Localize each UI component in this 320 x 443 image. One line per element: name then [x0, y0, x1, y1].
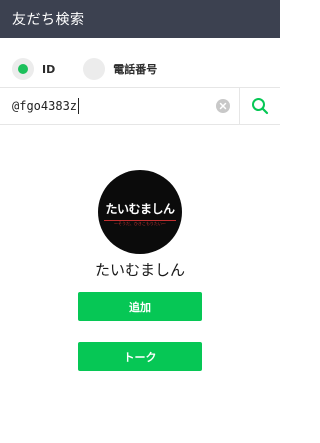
friend-search-screen: 友だち検索 ID 電話番号 @fgo4383z たいむましん 〜そうだ、ひきこも… — [0, 0, 280, 443]
profile-name: たいむましん — [94, 261, 185, 279]
talk-button[interactable]: トーク — [78, 342, 202, 371]
search-icon[interactable] — [240, 88, 280, 124]
radio-button-id[interactable] — [12, 58, 34, 80]
page-title: 友だち検索 — [12, 12, 85, 28]
radio-button-phone[interactable] — [83, 58, 106, 80]
search-bar: @fgo4383z — [0, 87, 280, 125]
radio-option-id[interactable]: ID — [12, 58, 55, 80]
avatar: たいむましん 〜そうだ、ひきこもりたい〜 — [98, 170, 182, 254]
radio-option-phone[interactable]: 電話番号 — [83, 58, 157, 80]
search-type-selector: ID 電話番号 — [0, 56, 280, 82]
text-caret — [78, 98, 80, 114]
avatar-logo-text: たいむましん — [105, 202, 175, 216]
avatar-logo-tagline: 〜そうだ、ひきこもりたい〜 — [104, 220, 176, 226]
add-friend-button[interactable]: 追加 — [78, 292, 202, 321]
radio-selected-dot — [18, 64, 28, 74]
header-bar: 友だち検索 — [0, 0, 280, 38]
search-input-value: @fgo4383z — [12, 99, 78, 113]
radio-label-phone: 電話番号 — [113, 63, 158, 76]
clear-icon[interactable] — [213, 96, 233, 116]
search-input[interactable]: @fgo4383z — [0, 88, 213, 124]
radio-label-id: ID — [42, 62, 56, 76]
